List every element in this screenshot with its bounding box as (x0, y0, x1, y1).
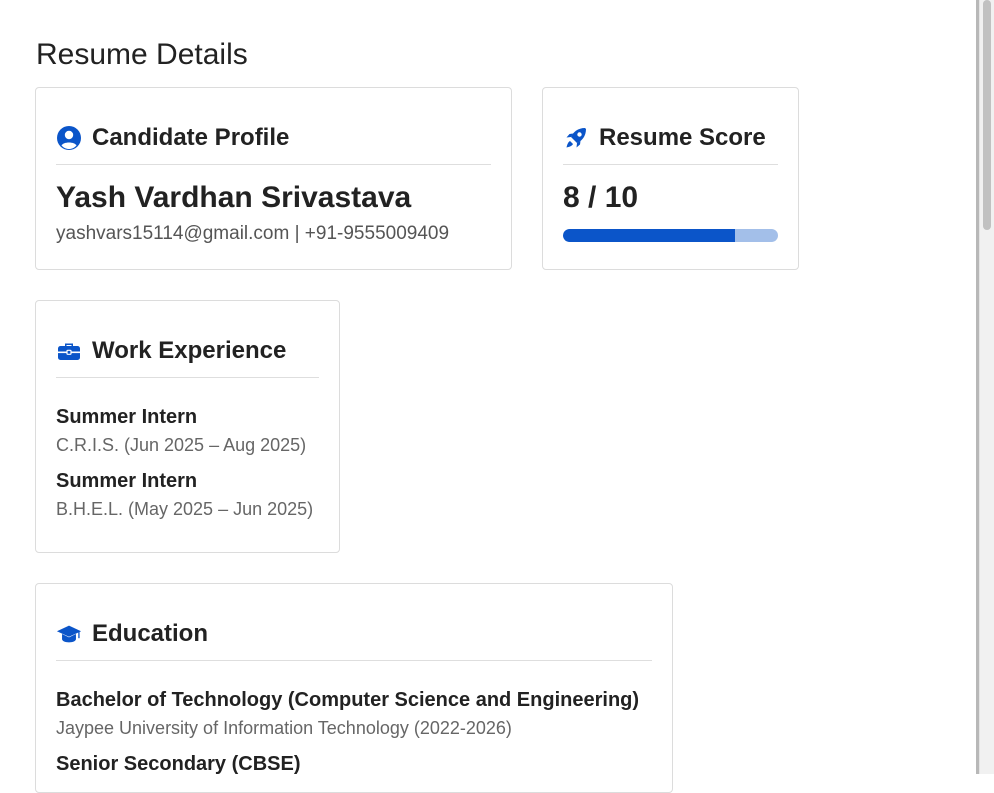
resume-score-progress-fill (563, 229, 735, 242)
resume-score-title: Resume Score (599, 124, 766, 151)
page-title: Resume Details (36, 38, 248, 71)
experience-detail: B.H.E.L. (May 2025 – Jun 2025) (56, 499, 314, 519)
education-entry: Senior Secondary (CBSE) (56, 753, 652, 776)
vertical-scrollbar[interactable] (979, 0, 994, 774)
work-experience-header: Work Experience (56, 301, 319, 378)
resume-score-value: 8 / 10 (563, 181, 639, 214)
experience-detail: C.R.I.S. (Jun 2025 – Aug 2025) (56, 435, 307, 455)
education-entry: Bachelor of Technology (Computer Science… (56, 689, 652, 739)
scrollbar-thumb[interactable] (983, 0, 991, 230)
experience-role: Summer Intern (56, 470, 198, 492)
graduation-cap-icon (56, 621, 82, 647)
candidate-profile-card: Candidate Profile Yash Vardhan Srivastav… (35, 87, 512, 270)
resume-score-progress-bar (563, 229, 778, 242)
work-experience-card: Work Experience Summer Intern C.R.I.S. (… (35, 300, 340, 553)
experience-entry: Summer Intern C.R.I.S. (Jun 2025 – Aug 2… (56, 406, 319, 456)
briefcase-icon (56, 338, 82, 364)
candidate-profile-title: Candidate Profile (92, 124, 290, 151)
resume-score-header: Resume Score (563, 88, 778, 165)
education-detail: Jaypee University of Information Technol… (56, 718, 512, 738)
work-experience-title: Work Experience (92, 337, 287, 364)
education-header: Education (56, 584, 652, 661)
candidate-contact: yashvars15114@gmail.com | +91-9555009409 (56, 223, 450, 244)
experience-role: Summer Intern (56, 406, 198, 428)
rocket-icon (563, 125, 589, 151)
education-degree: Senior Secondary (CBSE) (56, 753, 301, 775)
candidate-name: Yash Vardhan Srivastava (56, 181, 412, 214)
education-degree: Bachelor of Technology (Computer Science… (56, 689, 640, 711)
experience-entry: Summer Intern B.H.E.L. (May 2025 – Jun 2… (56, 470, 319, 520)
candidate-profile-header: Candidate Profile (56, 88, 491, 165)
education-card: Education Bachelor of Technology (Comput… (35, 583, 673, 793)
resume-score-card: Resume Score 8 / 10 (542, 87, 799, 270)
education-title: Education (92, 620, 209, 647)
user-circle-icon (56, 125, 82, 151)
